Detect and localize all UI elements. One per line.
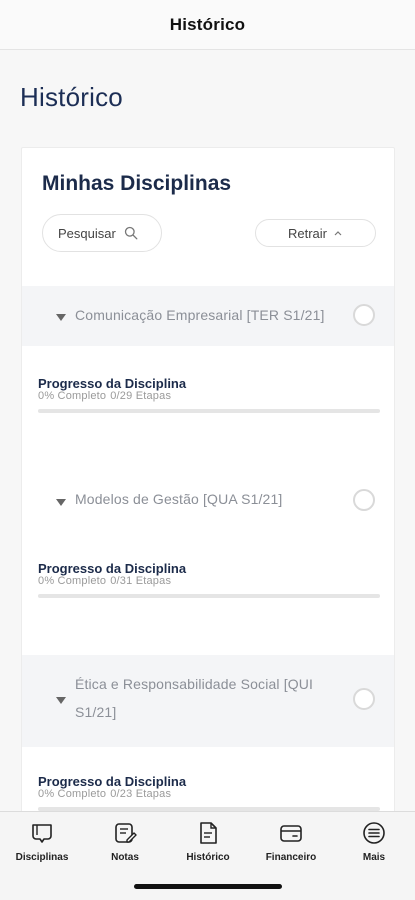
course-progress: Progresso da Disciplina 0% Completo 0/31 … [38,562,380,598]
navbar-title: Histórico [169,14,246,34]
progress-meta: 0% Completo 0/23 Etapas [38,789,380,800]
page-title: Histórico [20,82,123,112]
progress-label: Progresso da Disciplina [38,774,187,789]
tab-financeiro[interactable]: Financeiro [256,820,326,863]
triangle-down-icon [56,697,66,704]
tab-label: Notas [111,852,139,863]
course-name-line: Ética e Responsabilidade Social [QUI [75,676,314,692]
course-name: Modelos de Gestão [QUA S1/21] [75,485,282,513]
course-name-line: Comunicação Empresarial [TER S1/21] [75,307,325,323]
course-progress: Progresso da Disciplina 0% Completo 0/23 … [38,775,380,811]
tab-disciplinas[interactable]: Disciplinas [7,820,77,863]
course-header[interactable]: Modelos de Gestão [QUA S1/21] [22,471,394,531]
home-indicator [134,884,282,889]
steps-count: 0/23 Etapas [110,788,172,800]
steps-count: 0/31 Etapas [110,575,172,587]
wallet-icon [280,825,302,842]
book-icon [32,824,52,843]
card-title: Minhas Disciplinas [42,172,232,195]
progress-meta: 0% Completo 0/31 Etapas [38,576,380,587]
disciplines-card: Minhas Disciplinas Pesquisar Retrair Com… [21,147,395,837]
course-name: Ética e Responsabilidade Social [QUI S1/… [75,670,313,726]
progress-bar [38,594,380,598]
search-label: Pesquisar [58,225,116,241]
tab-notas[interactable]: Notas [90,820,160,863]
tab-label: Mais [362,852,386,863]
percent-complete: 0% Completo [38,575,107,587]
progress-bar [38,409,380,413]
percent-complete: 0% Completo [38,390,107,402]
tab-label: Histórico [186,852,230,863]
search-button[interactable]: Pesquisar [42,214,162,252]
completion-checkbox[interactable] [353,688,375,710]
course-name-line: Modelos de Gestão [QUA S1/21] [75,491,283,507]
tab-historico[interactable]: Histórico [173,820,243,863]
course-name: Comunicação Empresarial [TER S1/21] [75,301,325,329]
course-header[interactable]: Ética e Responsabilidade Social [QUI S1/… [22,655,394,747]
menu-icon [363,822,385,844]
grades-icon [115,823,137,843]
collapse-label: Retrair [287,225,327,241]
course-name-line: S1/21] [75,704,117,720]
triangle-down-icon [56,499,66,506]
navigation-bar: Histórico [0,0,415,50]
document-icon [200,822,217,844]
collapse-button[interactable]: Retrair [255,219,376,247]
tab-label: Financeiro [265,852,317,863]
progress-meta: 0% Completo 0/29 Etapas [38,391,380,402]
completion-checkbox[interactable] [353,304,375,326]
progress-label: Progresso da Disciplina [38,376,187,391]
tab-mais[interactable]: Mais [339,820,409,863]
course-progress: Progresso da Disciplina 0% Completo 0/29 … [38,377,380,413]
steps-count: 0/29 Etapas [110,390,172,402]
completion-checkbox[interactable] [353,489,375,511]
triangle-down-icon [56,314,66,321]
progress-label: Progresso da Disciplina [38,561,187,576]
tab-label: Disciplinas [15,852,69,863]
course-header[interactable]: Comunicação Empresarial [TER S1/21] [22,286,394,346]
caret-up-icon [334,231,342,236]
percent-complete: 0% Completo [38,788,107,800]
search-icon [124,226,138,240]
